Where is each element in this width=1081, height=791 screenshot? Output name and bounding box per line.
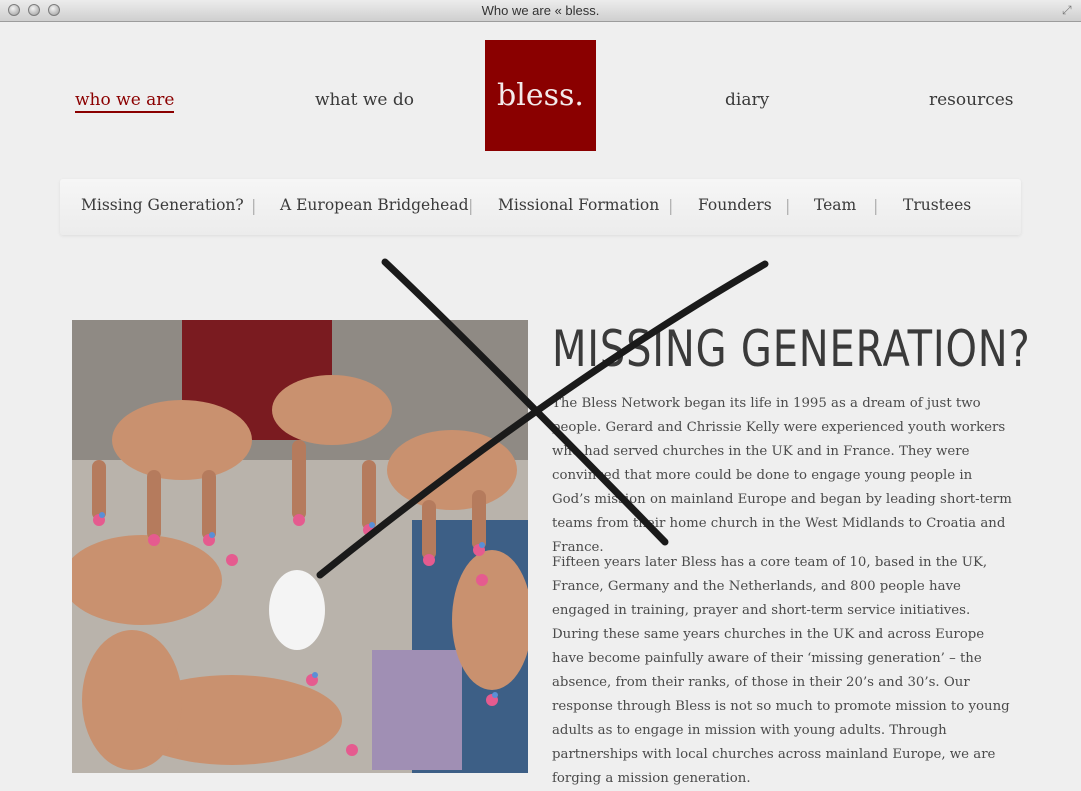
intro-paragraph: The Bless Network began its life in 1995… [552,396,1012,555]
subnav-missional-formation[interactable]: Missional Formation [498,196,659,214]
subnav-separator: | [873,196,879,215]
nav-resources[interactable]: resources [929,90,1014,110]
nav-diary[interactable]: diary [725,90,769,110]
hands-photo [72,320,528,773]
nav-what-we-do[interactable]: what we do [315,90,414,110]
subnav-separator: | [468,196,474,215]
subnav-missing-generation[interactable]: Missing Generation? [81,196,244,214]
window-titlebar: Who we are « bless. ⤢ [0,0,1081,22]
subnav-team[interactable]: Team [814,196,856,214]
body-paragraph: Fifteen years later Bless has a core tea… [552,555,1010,786]
subnav-founders[interactable]: Founders [698,196,772,214]
subnav-separator: | [251,196,257,215]
subnav-separator: | [785,196,791,215]
window-title: Who we are « bless. [481,3,600,18]
subnav-separator: | [668,196,674,215]
page-heading: MISSING GENERATION? [552,320,1031,378]
subnav-european-bridgehead[interactable]: A European Bridgehead [280,196,469,214]
logo[interactable]: bless. [485,40,596,151]
subnav-trustees[interactable]: Trustees [903,196,971,214]
page: who we are what we do bless. diary resou… [0,22,1081,786]
sub-navigation: Missing Generation? | A European Bridgeh… [60,179,1021,235]
nav-who-we-are[interactable]: who we are [75,90,175,113]
fullscreen-icon[interactable]: ⤢ [1062,4,1075,17]
